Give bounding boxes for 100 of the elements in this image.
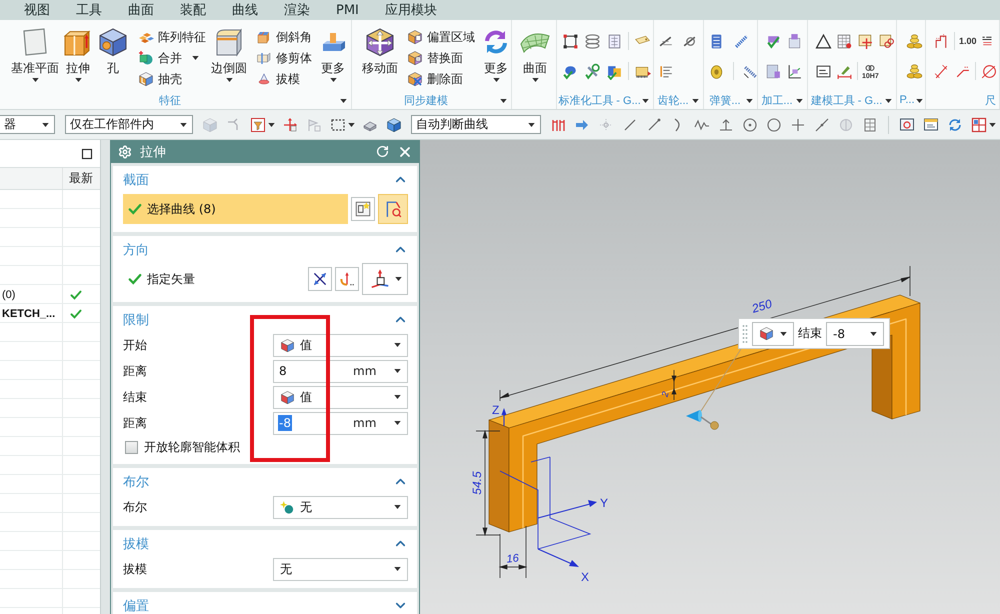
ribbon-button[interactable]: 删除面 [407,69,475,89]
slanted-dimension-icon[interactable] [933,62,950,80]
caret-icon[interactable] [746,99,753,103]
checkbox[interactable] [125,440,138,454]
funnel-box-icon[interactable] [250,116,266,132]
caret-icon[interactable] [796,99,803,103]
menu-item[interactable]: 应用模块 [384,1,437,19]
window-icon[interactable] [923,116,939,132]
value-dropdown[interactable]: 值 [273,386,408,408]
slash-line-icon[interactable] [622,116,638,132]
ribbon-button[interactable]: 更多 [480,26,512,92]
option-dropdown[interactable] [752,322,794,346]
circle-dot-icon[interactable] [742,116,758,132]
ribbon-button[interactable]: 修剪体 [256,48,312,68]
striped-bar-icon[interactable] [733,32,750,50]
form-sheet-icon[interactable] [815,62,832,80]
gear-icon[interactable] [118,144,132,158]
section-title[interactable]: 偏置 [123,596,149,614]
ribbon-button[interactable]: 曲面 [519,26,551,92]
ribbon-button[interactable]: 孔 [97,26,129,92]
value-dropdown[interactable]: 值 [273,334,408,356]
menu-item[interactable]: 渲染 [284,1,310,19]
caret-icon[interactable] [348,122,355,126]
caret-icon[interactable] [885,99,892,103]
menu-item[interactable]: 工具 [76,1,102,19]
value-dropdown[interactable]: 无 [273,496,408,518]
key-check-icon[interactable] [584,62,601,80]
plus-icon[interactable] [790,116,806,132]
grid-sheet-icon[interactable] [606,32,623,50]
ribbon-button[interactable]: 替换面 [407,48,475,68]
grip-icon[interactable] [742,324,748,344]
ribbon-button[interactable]: 合并 [138,48,206,68]
circle-icon[interactable] [766,116,782,132]
sheet-cross-icon[interactable] [857,32,874,50]
cross-arrows-icon[interactable] [282,116,298,132]
stacked-lines-icon[interactable] [980,35,993,47]
caret-icon[interactable] [500,99,507,103]
ribbon-button[interactable]: 偏置区域 [407,27,475,47]
grid-window-icon[interactable] [971,116,987,132]
tool-button[interactable]: 1.00 [959,36,977,46]
coin-stack-icon[interactable] [906,32,923,50]
diameter-dimension-icon[interactable] [980,62,997,80]
column-header[interactable]: 最新 [62,168,100,189]
icon-button[interactable] [362,263,408,295]
square-nodes-icon[interactable] [562,32,579,50]
selection-row[interactable]: 指定矢量 [123,264,305,294]
refresh-icon[interactable] [947,116,963,132]
icon-button[interactable] [308,267,332,291]
ribbon-button[interactable]: 边倒圆 [211,26,247,92]
caret-icon[interactable] [340,99,347,103]
triangle-icon[interactable] [815,32,832,50]
stacked-rings-icon[interactable] [584,32,601,50]
menu-item[interactable]: 视图 [24,1,50,19]
section-title[interactable]: 截面 [123,170,149,188]
value-dropdown[interactable]: 无 [273,558,408,580]
ribbon-button[interactable]: 阵列特征 [138,27,206,47]
section-title[interactable]: 方向 [123,240,149,258]
menu-item[interactable]: PMI [336,2,359,18]
drag-handle-icon[interactable] [686,410,719,430]
sheet-links-icon[interactable] [878,32,895,50]
ribbon-button[interactable]: 移动面 [362,26,398,92]
menu-item[interactable]: 装配 [180,1,206,19]
cube-icon[interactable] [386,116,402,132]
feature-name[interactable]: (0) [0,288,16,300]
caret-icon[interactable] [268,122,275,126]
value-dropdown[interactable]: -8 [826,322,884,346]
dashed-rectangle-icon[interactable] [330,116,346,132]
ribbon-button[interactable]: 拔模 [256,69,312,89]
perpendicular-icon[interactable] [718,116,734,132]
table-sheet-icon[interactable] [836,32,853,50]
feature-name[interactable]: KETCH_... [0,308,56,320]
caret-icon[interactable] [642,99,649,103]
circular-arrow-icon[interactable] [376,145,389,158]
line-dot-icon[interactable] [646,116,662,132]
caret-icon[interactable] [989,122,996,126]
caret-icon[interactable] [916,99,923,103]
icon-button[interactable] [351,197,375,221]
dropdown[interactable]: 仅在工作部件内 [65,115,193,134]
menu-item[interactable]: 曲线 [232,1,258,19]
maximize-icon[interactable] [81,148,93,160]
stacked-squares-icon[interactable] [786,32,803,50]
menu-item[interactable]: 曲面 [128,1,154,19]
coin-stack-icon[interactable] [906,62,923,80]
ribbon-button[interactable]: 基准平面 [11,26,59,92]
caret-icon[interactable] [692,99,699,103]
dropdown[interactable]: 自动判断曲线 [411,115,541,134]
section-title[interactable]: 布尔 [123,472,149,490]
ring-icon[interactable] [708,62,725,80]
ribbon-button[interactable]: 倒斜角 [256,27,312,47]
ribbon-button[interactable]: 拉伸 [62,26,94,92]
line-dot-icon[interactable] [814,116,830,132]
grid-icon[interactable] [862,116,878,132]
axes-square-icon[interactable] [786,62,803,80]
selection-row[interactable]: 选择曲线 (8) [123,194,348,224]
ribbon-button[interactable]: 抽壳 [138,69,206,89]
ribbon-button[interactable]: 更多 [317,26,349,92]
section-title[interactable]: 拔模 [123,534,149,552]
section-title[interactable]: 限制 [123,310,149,328]
checkbox-label[interactable]: 开放轮廓智能体积 [144,438,240,456]
dropdown[interactable]: 器 [0,115,55,134]
